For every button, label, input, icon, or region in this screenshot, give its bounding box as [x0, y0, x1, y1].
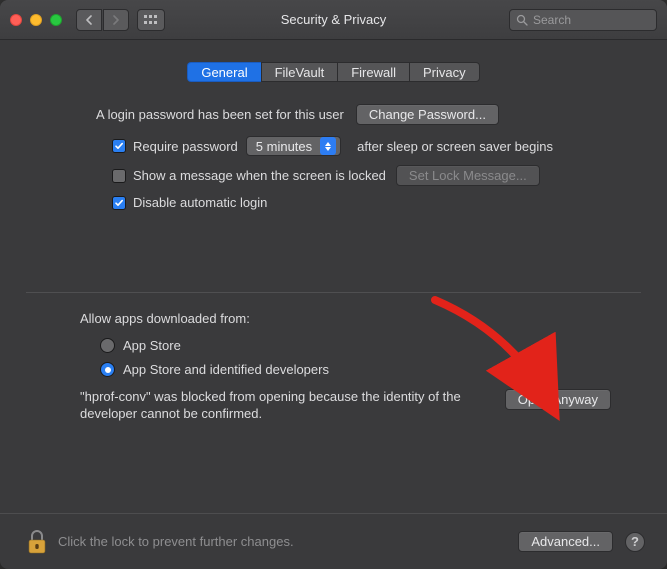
close-window-button[interactable]: [10, 14, 22, 26]
require-password-label: Require password: [133, 139, 238, 154]
lock-message: Click the lock to prevent further change…: [58, 534, 294, 549]
advanced-button[interactable]: Advanced...: [518, 531, 613, 552]
gatekeeper-section: Allow apps downloaded from: App Store Ap…: [26, 311, 641, 422]
radio-app-store-label: App Store: [123, 338, 181, 353]
login-password-section: A login password has been set for this u…: [26, 104, 641, 210]
titlebar: Security & Privacy Search: [0, 0, 667, 40]
section-divider: [26, 292, 641, 293]
radio-app-store[interactable]: [100, 338, 115, 353]
radio-identified-developers-label: App Store and identified developers: [123, 362, 329, 377]
back-button[interactable]: [76, 9, 102, 31]
change-password-button[interactable]: Change Password...: [356, 104, 499, 125]
show-message-label: Show a message when the screen is locked: [133, 168, 386, 183]
tab-firewall[interactable]: Firewall: [337, 62, 409, 82]
login-password-label: A login password has been set for this u…: [96, 107, 344, 122]
blocked-app-message: "hprof-conv" was blocked from opening be…: [80, 389, 489, 422]
disable-auto-login-label: Disable automatic login: [133, 195, 267, 210]
lock-icon: [26, 528, 48, 556]
radio-identified-developers[interactable]: [100, 362, 115, 377]
gatekeeper-heading: Allow apps downloaded from:: [80, 311, 611, 326]
minimize-window-button[interactable]: [30, 14, 42, 26]
select-stepper-icon: [320, 137, 336, 155]
tab-bar: General FileVault Firewall Privacy: [26, 62, 641, 82]
security-privacy-window: Security & Privacy Search General FileVa…: [0, 0, 667, 569]
tab-general[interactable]: General: [187, 62, 260, 82]
forward-button[interactable]: [103, 9, 129, 31]
require-password-after-label: after sleep or screen saver begins: [357, 139, 553, 154]
help-button[interactable]: ?: [625, 532, 645, 552]
nav-button-group: [76, 9, 129, 31]
set-lock-message-button: Set Lock Message...: [396, 165, 540, 186]
content-area: General FileVault Firewall Privacy A log…: [0, 40, 667, 513]
tab-privacy[interactable]: Privacy: [409, 62, 480, 82]
search-input[interactable]: Search: [509, 9, 657, 31]
open-anyway-button[interactable]: Open Anyway: [505, 389, 611, 410]
require-password-checkbox[interactable]: [112, 139, 126, 153]
lock-area[interactable]: Click the lock to prevent further change…: [26, 528, 294, 556]
zoom-window-button[interactable]: [50, 14, 62, 26]
search-icon: [516, 14, 528, 26]
traffic-lights: [10, 14, 62, 26]
tab-filevault[interactable]: FileVault: [261, 62, 338, 82]
require-password-delay-select[interactable]: 5 minutes: [246, 136, 341, 156]
search-placeholder: Search: [533, 13, 571, 27]
require-password-delay-value: 5 minutes: [256, 139, 312, 154]
footer: Click the lock to prevent further change…: [0, 513, 667, 569]
show-all-button[interactable]: [137, 9, 165, 31]
show-message-checkbox[interactable]: [112, 169, 126, 183]
disable-auto-login-checkbox[interactable]: [112, 196, 126, 210]
